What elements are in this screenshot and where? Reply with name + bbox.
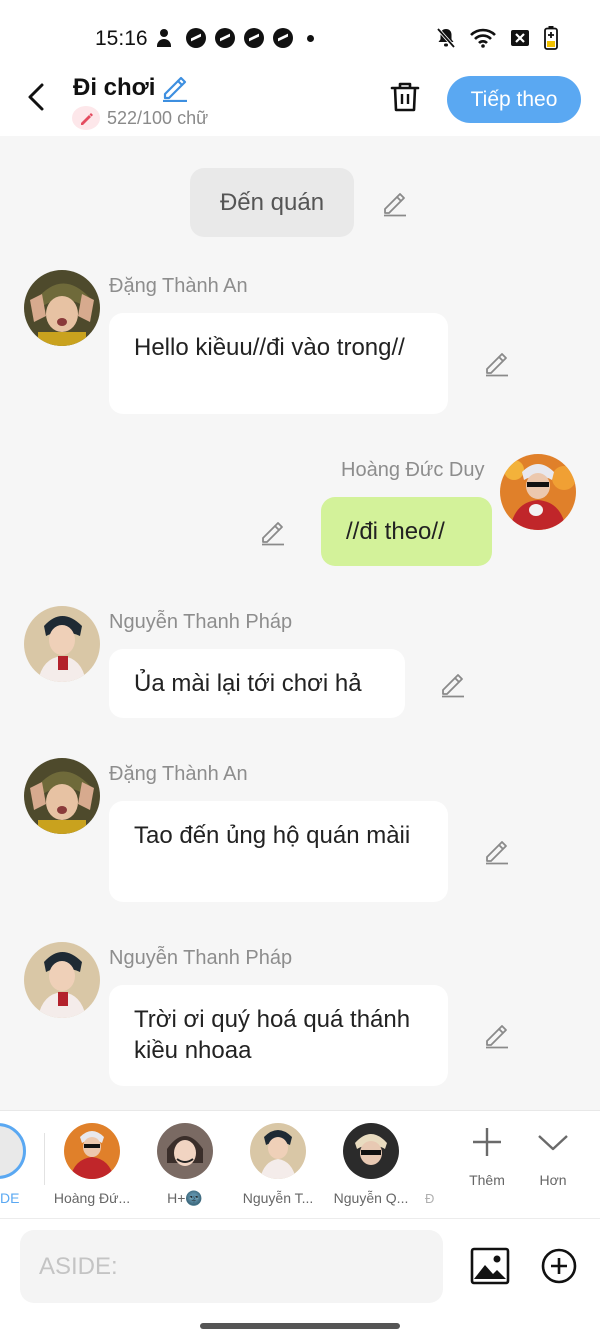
edit-message-icon[interactable] (439, 670, 467, 698)
home-indicator (200, 1323, 400, 1329)
more-characters-button[interactable]: Hơn (527, 1125, 579, 1188)
character-item[interactable]: H+🌚 (142, 1123, 228, 1207)
edit-message-icon[interactable] (483, 1021, 511, 1049)
plus-icon (473, 1128, 501, 1156)
character-avatar (157, 1123, 213, 1179)
divider (44, 1133, 45, 1185)
word-count-badge (72, 106, 100, 130)
chat-area[interactable]: Đến quán Đặng Thành An Hello kiềuu//đi v… (0, 136, 600, 1110)
image-icon[interactable] (470, 1247, 510, 1285)
sender-name: Nguyễn Thanh Pháp (109, 947, 293, 969)
add-character-button[interactable]: Thêm (461, 1125, 513, 1188)
messenger-icon (215, 28, 235, 48)
edit-message-icon[interactable] (483, 837, 511, 865)
trash-icon[interactable] (389, 80, 421, 114)
character-item[interactable]: Nguyễn Q... (328, 1123, 414, 1206)
avatar-photo (24, 606, 100, 682)
add-character-label: Thêm (469, 1172, 505, 1188)
character-label-selected: DE (0, 1190, 20, 1206)
character-label: Nguyễn Q... (333, 1190, 409, 1206)
person-add-icon (157, 28, 177, 48)
avatar-photo (64, 1123, 120, 1179)
avatar[interactable] (24, 758, 100, 834)
sender-name: Đặng Thành An (109, 763, 248, 785)
conversation-title: Đi chơi (73, 74, 156, 101)
character-label: H+🌚 (167, 1190, 203, 1206)
character-label-partial: Đ (425, 1191, 435, 1206)
messenger-icon (273, 28, 293, 48)
avatar[interactable] (24, 942, 100, 1018)
avatar-photo (24, 758, 100, 834)
system-icons (436, 26, 558, 50)
character-label: Hoàng Đứ... (53, 1190, 131, 1206)
notification-icons (157, 28, 314, 48)
next-button[interactable]: Tiếp theo (447, 76, 581, 123)
avatar-photo (24, 270, 100, 346)
message-bubble[interactable]: Tao đến ủng hộ quán màii (109, 801, 448, 902)
back-arrow-icon[interactable] (24, 82, 50, 112)
character-item[interactable]: Nguyễn T... (235, 1123, 321, 1206)
message-bubble[interactable]: Ủa mài lại tới chơi hả (109, 649, 405, 718)
scene-label[interactable]: Đến quán (190, 168, 354, 237)
pencil-icon (81, 113, 93, 125)
message-bubble-mine[interactable]: //đi theo// (321, 497, 492, 566)
message-bubble[interactable]: Trời ơi quý hoá quá thánh kiều nhoaa (109, 985, 448, 1086)
avatar-photo (157, 1123, 213, 1179)
character-avatar-selected[interactable] (0, 1123, 26, 1179)
character-bar: DE Hoàng Đứ... H+🌚 Nguyễn T... Nguyễn Q.… (0, 1110, 600, 1218)
messenger-icon (244, 28, 264, 48)
edit-title-icon[interactable] (160, 74, 190, 102)
edit-scene-icon[interactable] (381, 189, 409, 217)
avatar[interactable] (24, 606, 100, 682)
word-count-text: 522/100 chữ (107, 108, 209, 128)
plus-circle-icon[interactable] (541, 1248, 577, 1284)
wifi-icon (470, 28, 496, 48)
composer (0, 1218, 600, 1340)
status-bar: 15:16 (0, 0, 600, 70)
character-item[interactable]: Hoàng Đứ... (49, 1123, 135, 1206)
status-time: 15:16 (95, 27, 148, 50)
sender-name: Hoàng Đức Duy (341, 459, 485, 481)
chevron-down-icon (538, 1135, 568, 1151)
avatar-photo (343, 1123, 399, 1179)
bell-off-icon (436, 27, 456, 49)
messenger-icon (186, 28, 206, 48)
avatar[interactable] (24, 270, 100, 346)
avatar-photo (24, 942, 100, 1018)
character-avatar (64, 1123, 120, 1179)
header: Đi chơi 522/100 chữ Tiếp theo (0, 70, 600, 136)
avatar[interactable] (500, 454, 576, 530)
character-avatar (250, 1123, 306, 1179)
avatar-photo (500, 454, 576, 530)
character-label: Nguyễn T... (242, 1190, 314, 1206)
avatar-photo (250, 1123, 306, 1179)
edit-message-icon[interactable] (483, 349, 511, 377)
sender-name: Nguyễn Thanh Pháp (109, 611, 293, 633)
character-avatar (343, 1123, 399, 1179)
no-sim-icon (511, 30, 529, 46)
message-bubble[interactable]: Hello kiềuu//đi vào trong// (109, 313, 448, 414)
battery-icon (544, 26, 558, 50)
more-notifications-dot (307, 34, 314, 42)
edit-message-icon[interactable] (259, 518, 287, 546)
aside-input[interactable] (20, 1230, 443, 1303)
sender-name: Đặng Thành An (109, 275, 248, 297)
more-characters-label: Hơn (539, 1172, 567, 1188)
